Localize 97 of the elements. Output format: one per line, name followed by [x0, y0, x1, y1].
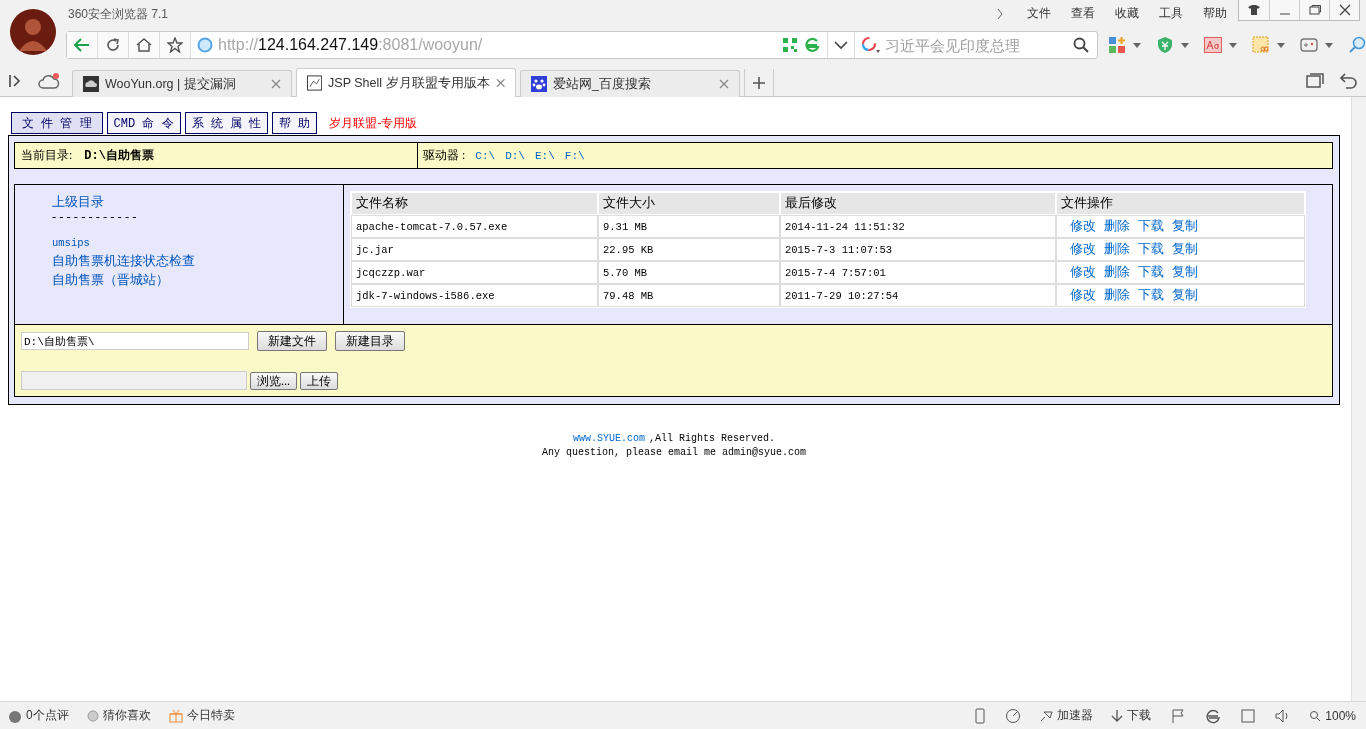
favicon-icon [83, 76, 99, 92]
browser-tab[interactable]: 爱站网_百度搜索 [520, 70, 740, 97]
nav-tab[interactable]: 系 统 属 性 [184, 112, 269, 134]
dot-icon [86, 709, 99, 722]
avatar-icon[interactable] [10, 9, 56, 55]
close-tab-icon[interactable] [271, 79, 281, 89]
status-item[interactable]: 0个点评 [8, 707, 69, 724]
caret-icon[interactable] [1229, 42, 1237, 48]
close-tab-icon[interactable] [495, 78, 505, 88]
file-action-link[interactable]: 删除 [1104, 288, 1130, 302]
caret-icon[interactable] [1133, 42, 1141, 48]
browse-button[interactable]: 浏览... [250, 371, 297, 390]
status-item[interactable]: 今日特卖 [168, 707, 235, 724]
upload-button[interactable]: 上传 [300, 371, 338, 390]
drive-link[interactable]: E:\ [534, 149, 555, 162]
gift-icon [168, 708, 183, 723]
menu-item[interactable]: 工具 [1159, 5, 1183, 22]
accelerator-button[interactable]: 加速器 [1039, 707, 1094, 724]
new-tab-button[interactable] [744, 69, 774, 96]
status-item[interactable]: 猜你喜欢 [86, 707, 151, 724]
column-header: 文件名称 [352, 193, 597, 214]
menu-item[interactable]: 查看 [1071, 5, 1095, 22]
menu-item[interactable]: 文件 [1027, 5, 1051, 22]
download-button[interactable]: 下载 [1111, 707, 1152, 724]
file-action-link[interactable]: 复制 [1172, 219, 1198, 233]
plus-icon[interactable] [752, 75, 766, 90]
file-action-link[interactable]: 删除 [1104, 219, 1130, 233]
magnifier-icon[interactable] [1348, 36, 1366, 54]
close-icon[interactable] [1338, 4, 1351, 16]
file-action-link[interactable]: 修改 [1070, 288, 1096, 302]
column-header: 最后修改 [781, 193, 1055, 214]
contact-text: Any question, please email me admin@syue.com [541, 447, 806, 458]
download-icon [1111, 708, 1124, 723]
restore-icon[interactable] [1308, 5, 1321, 15]
file-action-link[interactable]: 修改 [1070, 219, 1096, 233]
sidebar-toggle-icon[interactable] [8, 74, 22, 88]
phone-icon[interactable] [975, 707, 986, 724]
paw-icon [531, 76, 547, 92]
scrollbar[interactable] [1351, 97, 1366, 701]
current-dir-path: D:\自助售票 [84, 148, 154, 164]
menu-item[interactable]: 帮助 [1203, 5, 1227, 22]
caret-icon[interactable] [1277, 42, 1285, 48]
current-dir-label: 当前目录: [21, 147, 73, 164]
file-action-link[interactable]: 复制 [1172, 242, 1198, 256]
drive-link[interactable]: F:\ [564, 149, 585, 162]
caret-icon[interactable] [1181, 42, 1189, 48]
create-button[interactable]: 新建目录 [335, 331, 405, 351]
app-title: 360安全浏览器 7.1 [68, 6, 169, 23]
translate-icon[interactable] [1204, 37, 1222, 53]
file-action-link[interactable]: 下载 [1138, 219, 1164, 233]
file-action-link[interactable]: 修改 [1070, 242, 1096, 256]
file-action-link[interactable]: 下载 [1138, 288, 1164, 302]
close-tab-icon[interactable] [719, 79, 729, 89]
undo-icon[interactable] [1340, 73, 1358, 89]
file-action-link[interactable]: 复制 [1172, 288, 1198, 302]
tab-list-icon[interactable] [1306, 73, 1324, 89]
ie-icon[interactable] [1205, 707, 1222, 724]
file-action-link[interactable]: 删除 [1104, 242, 1130, 256]
rights-text: ,All Rights Reserved. [649, 433, 775, 444]
site-link[interactable]: www.SYUE.com [572, 433, 645, 444]
nav-tab[interactable]: CMD 命 令 [106, 112, 181, 134]
cloud-icon[interactable] [38, 72, 60, 90]
flag-icon[interactable] [1171, 708, 1186, 723]
zoom-level[interactable]: 100% [1309, 708, 1356, 723]
file-action-link[interactable]: 修改 [1070, 265, 1096, 279]
folder-link[interactable]: 自助售票机连接状态检查 [52, 252, 195, 271]
chevron-icon[interactable] [996, 8, 1004, 20]
column-header: 文件大小 [599, 193, 779, 214]
drive-link[interactable]: C:\ [475, 149, 496, 162]
browser-tab[interactable]: WooYun.org | 提交漏洞 [72, 70, 292, 97]
caret-icon[interactable] [1325, 42, 1333, 48]
gamepad-icon[interactable] [1300, 37, 1318, 53]
edition-label: 岁月联盟-专用版 [329, 114, 418, 132]
shirt-icon[interactable] [1248, 5, 1260, 15]
file-action-link[interactable]: 下载 [1138, 242, 1164, 256]
browser-tab[interactable]: JSP Shell 岁月联盟专用版本 [296, 68, 516, 97]
column-header: 文件操作 [1057, 193, 1304, 214]
nav-tab[interactable]: 文 件 管 理 [11, 112, 103, 134]
shield-icon[interactable] [1156, 36, 1174, 54]
folder-link[interactable]: 自助售票（晋城站） [52, 271, 169, 290]
drives-label: 驱动器 : [423, 147, 466, 164]
search-icon [1309, 709, 1322, 722]
create-button[interactable]: 新建文件 [257, 331, 327, 351]
file-field[interactable] [21, 371, 247, 390]
apps-icon[interactable] [1108, 36, 1126, 54]
dashed-divider: - - - - - - - - - - - - [52, 212, 137, 222]
file-action-link[interactable]: 下载 [1138, 265, 1164, 279]
folder-link[interactable]: 上级目录 [52, 193, 104, 212]
menu-item[interactable]: 收藏 [1115, 5, 1139, 22]
file-action-link[interactable]: 复制 [1172, 265, 1198, 279]
drive-link[interactable]: D:\ [505, 149, 525, 162]
nav-tab[interactable]: 帮 助 [272, 112, 318, 134]
folder-link[interactable]: umsips [52, 234, 90, 252]
file-action-link[interactable]: 删除 [1104, 265, 1130, 279]
speedometer-icon[interactable] [1005, 707, 1022, 724]
favicon-icon [307, 75, 323, 91]
path-field[interactable]: D:\自助售票\ [21, 332, 249, 350]
